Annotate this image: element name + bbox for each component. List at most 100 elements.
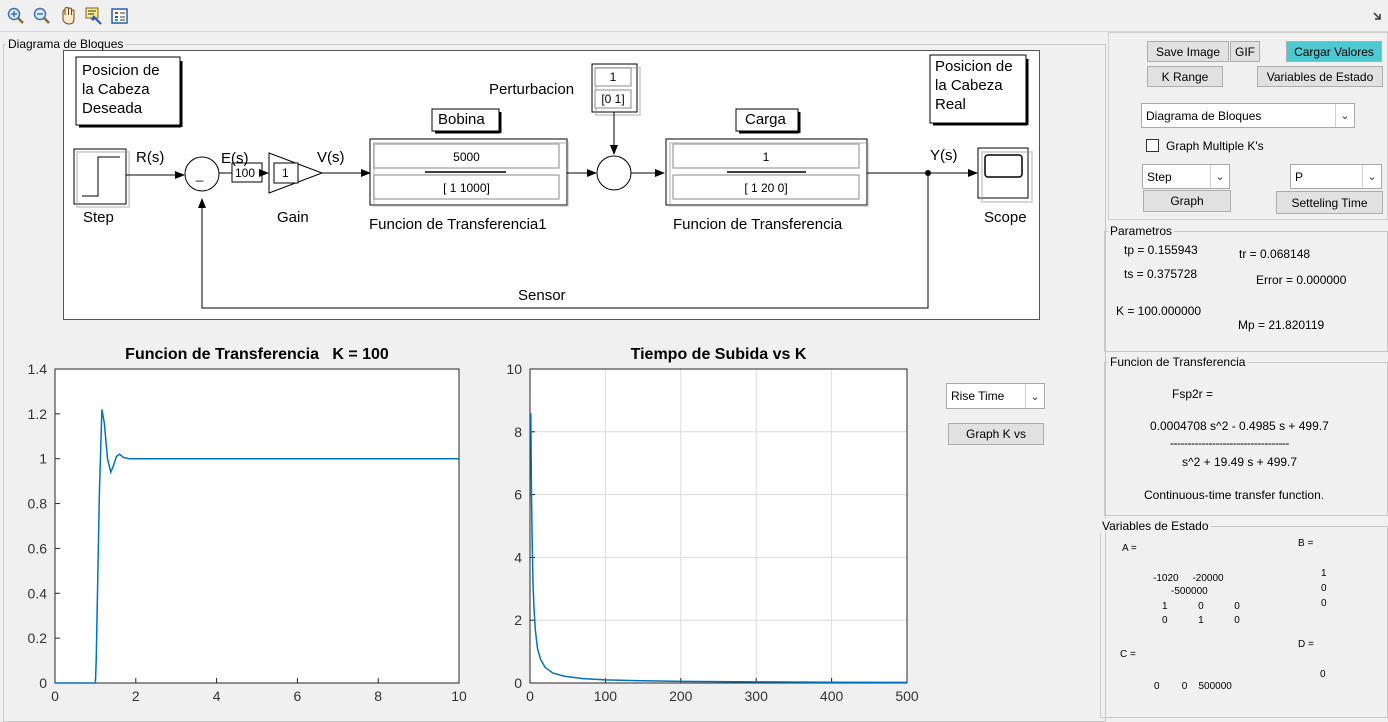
error-value: Error = 0.000000 xyxy=(1256,273,1347,287)
funcion-transferencia-legend: Funcion de Transferencia xyxy=(1108,355,1248,369)
save-image-button[interactable]: Save Image xyxy=(1147,41,1229,62)
controller-select-value: P xyxy=(1295,169,1304,184)
matrix-d-value: 0 xyxy=(1320,669,1326,680)
mp-value: Mp = 21.820119 xyxy=(1238,318,1325,332)
tp-value: tp = 0.155943 xyxy=(1124,243,1198,257)
block-diagram-canvas: Posicion de la Cabeza Deseada Posicion d… xyxy=(63,50,1040,320)
ts-value: ts = 0.375728 xyxy=(1124,267,1198,281)
y-tick-label: 4 xyxy=(514,549,522,565)
carga-label: Carga xyxy=(745,111,786,128)
matrix-c-row: 0 0 500000 xyxy=(1154,681,1232,692)
step-response-plot[interactable]: 0 2 4 6 8 10 0 0.2 0.4 0.6 0.8 1 1.2 1.4 Funcion de Tr… xyxy=(0,340,470,720)
cargar-valores-button[interactable]: Cargar Valores xyxy=(1286,41,1382,62)
variables-estado-button[interactable]: Variables de Estado xyxy=(1257,66,1383,87)
y-tick-label: 1.2 xyxy=(28,406,48,422)
chevron-down-icon: ⌄ xyxy=(1362,165,1381,188)
x-tick-label: 400 xyxy=(820,688,844,704)
v-signal-label: V(s) xyxy=(317,149,345,166)
y-tick-label: 0 xyxy=(514,675,522,691)
step-block-label: Step xyxy=(83,209,114,226)
metric-select-value: Rise Time xyxy=(951,389,1005,403)
tf2-denominator[interactable]: [ 1 20 0] xyxy=(673,181,859,195)
y-tick-label: 8 xyxy=(514,424,522,440)
rise-time-vs-k-plot[interactable]: 0 100 200 300 400 500 0 2 4 6 8 10 Tiempo de Subida … xyxy=(490,340,930,720)
x-tick-label: 0 xyxy=(51,688,59,704)
e-signal-label: E(s) xyxy=(221,150,249,167)
tf-name: Fsp2r = xyxy=(1172,387,1214,401)
matrix-b-label: B = xyxy=(1298,538,1314,549)
tf1-denominator[interactable]: [ 1 1000] xyxy=(374,181,559,195)
y-tick-label: 0.4 xyxy=(28,585,48,601)
plot-title: Funcion de Transferencia K = 100 xyxy=(125,346,389,363)
variables-estado-legend: Variables de Estado xyxy=(1100,519,1211,533)
diagram-panel-legend: Diagrama de Bloques xyxy=(6,37,126,51)
y-tick-label: 6 xyxy=(514,487,522,503)
x-tick-label: 500 xyxy=(895,688,919,704)
sensor-label: Sensor xyxy=(518,287,566,304)
variables-estado-panel xyxy=(1100,526,1388,718)
perturbacion-num[interactable]: 1 xyxy=(595,70,631,84)
y-signal-label: Y(s) xyxy=(930,147,958,164)
chevron-down-icon: ⌄ xyxy=(1335,104,1354,127)
matrix-b-row2: 0 xyxy=(1321,583,1327,594)
matrix-b-row1: 1 xyxy=(1321,568,1327,579)
data-cursor-icon[interactable] xyxy=(84,6,104,26)
tf-note: Continuous-time transfer function. xyxy=(1144,488,1325,502)
matrix-a-label: A = xyxy=(1122,543,1137,554)
plot-area xyxy=(55,369,459,683)
setteling-time-button[interactable]: Setteling Time xyxy=(1276,191,1383,214)
y-tick-label: 0.2 xyxy=(28,630,48,646)
x-tick-label: 10 xyxy=(451,688,467,704)
tf-fraction-bar: ---------------------------------- xyxy=(1170,436,1289,450)
y-tick-label: 0 xyxy=(39,675,47,691)
matrix-c-label: C = xyxy=(1120,649,1136,660)
graph-k-vs-button[interactable]: Graph K vs xyxy=(948,423,1044,445)
graph-button[interactable]: Graph xyxy=(1143,190,1231,212)
chevron-down-icon: ⌄ xyxy=(1210,165,1229,188)
matrix-a-row3: 0 1 0 xyxy=(1162,615,1240,626)
x-tick-label: 200 xyxy=(669,688,693,704)
matrix-a-row1b: -500000 xyxy=(1171,586,1208,597)
gain-block-label: Gain xyxy=(277,209,309,226)
parametros-legend: Parametros xyxy=(1108,224,1175,238)
view-select[interactable]: Diagrama de Bloques ⌄ xyxy=(1141,103,1355,128)
tf1-numerator[interactable]: 5000 xyxy=(374,150,559,164)
r-signal-label: R(s) xyxy=(136,149,165,166)
x-tick-label: 8 xyxy=(374,688,382,704)
chevron-down-icon: ⌄ xyxy=(1025,384,1044,408)
graph-multiple-checkbox[interactable] xyxy=(1146,139,1159,152)
perturbacion-den[interactable]: [0 1] xyxy=(595,92,631,106)
zoom-in-icon[interactable] xyxy=(6,6,26,26)
dock-arrow-icon[interactable] xyxy=(1372,10,1384,22)
tf-numerator: 0.0004708 s^2 - 0.4985 s + 499.7 xyxy=(1150,419,1329,433)
x-tick-label: 0 xyxy=(526,688,534,704)
x-tick-label: 4 xyxy=(213,688,221,704)
matrix-a-row2: 1 0 0 xyxy=(1162,601,1240,612)
x-tick-label: 6 xyxy=(294,688,302,704)
gif-button[interactable]: GIF xyxy=(1230,41,1260,62)
minus-sign: _ xyxy=(196,167,204,182)
tf-denominator: s^2 + 19.49 s + 499.7 xyxy=(1182,455,1298,469)
tf2-block-name: Funcion de Transferencia xyxy=(673,216,843,233)
tf1-block-name: Funcion de Transferencia1 xyxy=(369,216,547,233)
error-gain-value[interactable]: 100 xyxy=(235,166,255,180)
k-value: K = 100.000000 xyxy=(1116,304,1202,318)
k-range-button[interactable]: K Range xyxy=(1147,66,1223,87)
matrix-b-row3: 0 xyxy=(1321,598,1327,609)
label-posicion-deseada: Posicion de la Cabeza Deseada xyxy=(82,62,160,117)
tr-value: tr = 0.068148 xyxy=(1239,247,1311,261)
controller-select[interactable]: P ⌄ xyxy=(1290,164,1382,189)
tf2-numerator[interactable]: 1 xyxy=(673,150,859,164)
metric-select[interactable]: Rise Time ⌄ xyxy=(946,383,1045,409)
scope-block-label: Scope xyxy=(984,209,1027,226)
input-select[interactable]: Step ⌄ xyxy=(1142,164,1230,189)
plot-area xyxy=(530,369,907,683)
gain-value[interactable]: 1 xyxy=(282,166,289,180)
pan-hand-icon[interactable] xyxy=(58,6,78,26)
zoom-out-icon[interactable] xyxy=(32,6,52,26)
legend-icon[interactable] xyxy=(110,6,130,26)
view-select-value: Diagrama de Bloques xyxy=(1146,108,1262,123)
x-tick-label: 2 xyxy=(132,688,140,704)
perturbacion-label: Perturbacion xyxy=(489,81,575,98)
y-tick-label: 10 xyxy=(506,361,522,377)
